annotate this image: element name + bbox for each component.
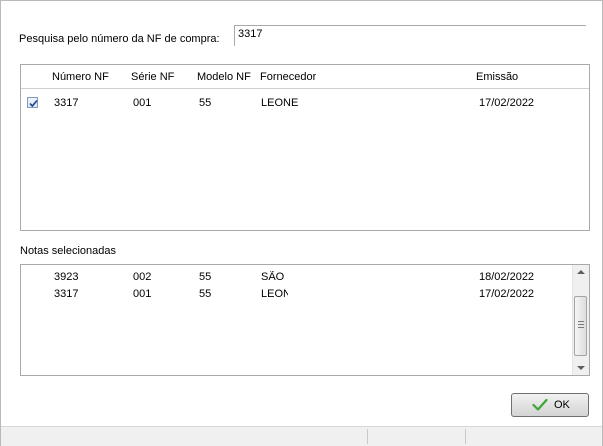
cell-modelo: 55 — [199, 288, 212, 300]
cell-emissao: 17/02/2022 — [479, 288, 535, 300]
status-bar — [1, 426, 602, 446]
search-value: 3317 — [238, 28, 263, 40]
cell-fornecedor: LEONE — [261, 97, 299, 109]
cell-fornecedor: SÃO — [261, 271, 285, 283]
column-header-fornecedor[interactable]: Fornecedor — [260, 71, 316, 83]
status-separator — [367, 429, 368, 444]
cell-numero: 3923 — [54, 271, 79, 283]
vertical-scrollbar[interactable] — [572, 265, 589, 375]
scroll-down-arrow-icon[interactable] — [577, 366, 585, 370]
selected-notes-label: Notas selecionadas — [20, 245, 117, 257]
table-row[interactable]: 3317 001 55 LEONE 17/02/2022 — [21, 91, 589, 109]
selected-grid: 3923 002 55 SÃO 18/02/2022 3317 001 55 L… — [20, 264, 590, 376]
search-label: Pesquisa pelo número da NF de compra: — [19, 33, 220, 45]
cell-modelo: 55 — [199, 97, 212, 109]
column-header-modelo[interactable]: Modelo NF — [197, 71, 251, 83]
column-header-serie[interactable]: Série NF — [131, 71, 174, 83]
cell-numero: 3317 — [54, 97, 79, 109]
scroll-up-arrow-icon[interactable] — [577, 270, 585, 274]
cell-fornecedor: LEON — [261, 288, 288, 300]
status-separator — [465, 429, 466, 444]
cell-emissao: 18/02/2022 — [479, 271, 535, 283]
cell-emissao: 17/02/2022 — [479, 97, 535, 109]
column-header-numero[interactable]: Número NF — [52, 71, 109, 83]
cell-modelo: 55 — [199, 271, 212, 283]
table-row[interactable]: 3923 002 55 SÃO 18/02/2022 — [21, 268, 573, 284]
cell-serie: 002 — [133, 271, 152, 283]
table-row[interactable]: 3317 001 55 LEON 17/02/2022 — [21, 285, 573, 301]
search-input[interactable]: 3317 — [234, 25, 586, 46]
scrollbar-thumb[interactable] — [574, 296, 587, 356]
cell-numero: 3317 — [54, 288, 79, 300]
cell-serie: 001 — [133, 288, 152, 300]
checkmark-icon — [29, 99, 38, 108]
results-grid: Número NF Série NF Modelo NF Fornecedor … — [20, 64, 590, 231]
results-grid-header: Número NF Série NF Modelo NF Fornecedor … — [21, 65, 589, 89]
row-checkbox[interactable] — [27, 97, 38, 108]
dialog-window: Pesquisa pelo número da NF de compra: 33… — [0, 0, 603, 446]
column-header-emissao[interactable]: Emissão — [476, 71, 518, 83]
ok-button[interactable]: OK — [511, 393, 589, 417]
check-icon — [532, 398, 548, 411]
ok-button-label: OK — [554, 399, 570, 411]
cell-serie: 001 — [133, 97, 152, 109]
